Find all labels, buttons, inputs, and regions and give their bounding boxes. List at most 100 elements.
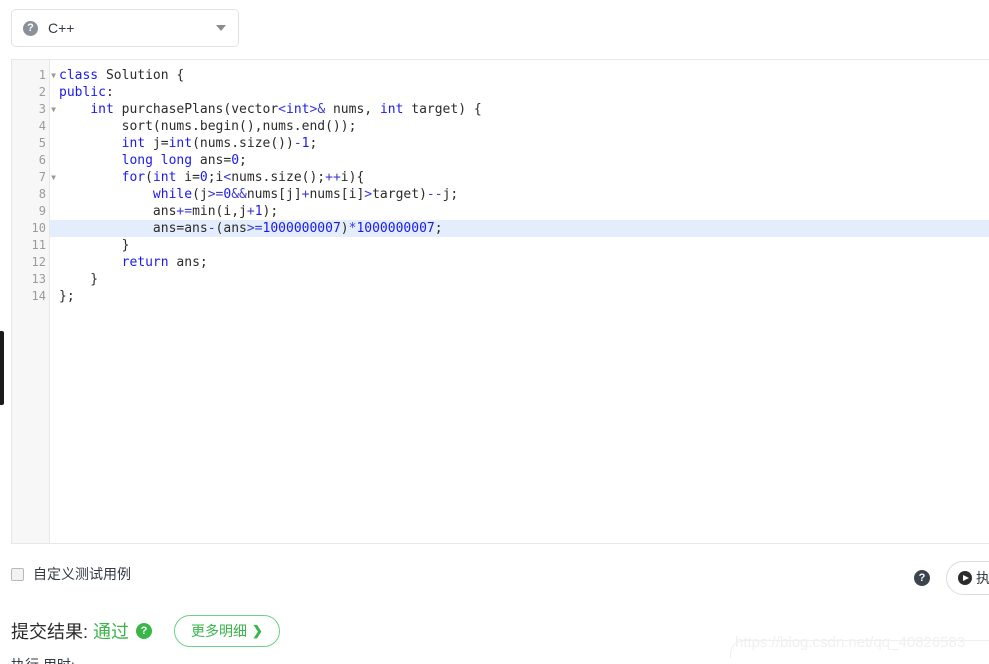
code-token: while (152, 187, 193, 202)
editor-code-area[interactable]: class Solution {public: int purchasePlan… (50, 60, 989, 543)
code-line[interactable]: ans+=min(i,j+1); (50, 203, 989, 220)
code-token: (nums.size()) (192, 136, 294, 151)
code-token: & (317, 102, 326, 117)
code-token: long (160, 153, 193, 168)
editor-gutter: 1 ▼ 2 3 ▼ 4 5 6 7 ▼ 8 9 10 11 12 13 14 (12, 60, 56, 543)
code-token: >= (246, 221, 263, 236)
code-token: nums.size(); (231, 170, 326, 185)
code-token: target) (372, 187, 427, 202)
code-token: ( (145, 170, 153, 185)
code-line[interactable]: public: (50, 84, 989, 101)
play-circle-icon (958, 571, 972, 585)
submission-result-label: 提交结果: (11, 622, 89, 642)
more-details-button[interactable]: 更多明细 ❯ (174, 615, 280, 647)
code-line[interactable]: return ans; (50, 254, 989, 271)
code-token: sort(nums.begin(),nums.end()); (59, 119, 357, 134)
code-token: ) (340, 221, 349, 236)
code-token: && (231, 187, 247, 202)
code-line[interactable]: }; (50, 288, 989, 305)
code-line[interactable]: for(int i=0;i<nums.size();++i){ (50, 169, 989, 186)
code-token: int (379, 102, 404, 117)
code-token: } (59, 238, 130, 253)
code-token: ; (309, 136, 318, 151)
code-token: 0 (231, 153, 240, 168)
run-code-button[interactable]: 执行 (946, 561, 989, 595)
collapse-panel-handle[interactable] (0, 331, 4, 405)
code-token: target) { (403, 102, 482, 117)
code-token: 1000000007 (262, 221, 341, 236)
gutter-line-number: 2 (38, 85, 46, 99)
code-token: }; (59, 289, 75, 304)
code-token: for (121, 170, 146, 185)
gutter-line-number: 10 (31, 221, 46, 235)
watermark: https://blog.csdn.net/qq_40826583 (735, 634, 966, 651)
chevron-down-icon[interactable] (216, 25, 226, 31)
language-select-value: C++ (48, 20, 75, 36)
fold-toggle-icon[interactable]: ▼ (49, 67, 58, 84)
code-token: ;i (207, 170, 224, 185)
code-token: ); (262, 204, 279, 219)
code-token: 1 (254, 204, 263, 219)
status-badge: 通过 (93, 622, 130, 642)
question-circle-icon[interactable]: ? (23, 20, 38, 36)
more-details-label: 更多明细 (191, 623, 248, 639)
code-token: public (59, 85, 106, 100)
language-select[interactable]: ? C++ (11, 9, 239, 47)
fold-toggle-icon[interactable]: ▼ (49, 169, 58, 186)
code-token: i= (176, 170, 200, 185)
gutter-line-number: 14 (31, 289, 46, 303)
code-token: ; (434, 221, 443, 236)
code-token: -- (426, 187, 443, 202)
code-token: } (59, 272, 99, 287)
code-token: int (90, 102, 114, 117)
execution-time-row: 执行 用时: (11, 655, 75, 664)
code-token: i){ (340, 170, 365, 185)
code-token: + (246, 204, 255, 219)
code-line[interactable]: while(j>=0&&nums[j]+nums[i]>target)--j; (50, 186, 989, 203)
code-line[interactable]: long long ans=0; (50, 152, 989, 169)
code-line[interactable]: } (50, 237, 989, 254)
code-token: ans (59, 204, 177, 219)
question-circle-icon[interactable]: ? (914, 570, 930, 586)
code-line[interactable]: int purchasePlans(vector<int>& nums, int… (50, 101, 989, 118)
code-token: ++ (325, 170, 341, 185)
custom-testcase-checkbox[interactable] (11, 567, 24, 581)
fold-toggle-icon[interactable]: ▼ (49, 101, 58, 118)
question-circle-icon[interactable]: ? (136, 623, 153, 639)
code-token: int (152, 170, 177, 185)
code-line[interactable]: int j=int(nums.size())-1; (50, 135, 989, 152)
code-line[interactable]: } (50, 271, 989, 288)
code-token: nums, (325, 102, 380, 117)
gutter-line-number: 5 (38, 136, 46, 150)
code-line[interactable]: ans=ans-(ans>=1000000007)*1000000007; (50, 220, 989, 237)
code-token: - (293, 136, 302, 151)
code-line[interactable]: class Solution { (50, 67, 989, 84)
gutter-line-number: 13 (31, 272, 46, 286)
code-token: (ans (215, 221, 247, 236)
submission-result-row: 提交结果: 通过 ? 更多明细 ❯ (11, 615, 280, 647)
code-token: return (121, 255, 169, 270)
code-token: >= (207, 187, 224, 202)
custom-testcase-row: 自定义测试用例 (11, 564, 131, 584)
code-token: min(i,j (192, 204, 247, 219)
gutter-line-number: 7 ▼ (12, 169, 56, 186)
code-token: < (278, 102, 286, 117)
code-token: nums[j] (246, 187, 302, 202)
code-token: ; (239, 153, 247, 168)
code-token: (j (192, 187, 208, 202)
code-token: - (207, 221, 216, 236)
code-editor[interactable]: 1 ▼ 2 3 ▼ 4 5 6 7 ▼ 8 9 10 11 12 13 14 class Solution {p… (11, 59, 989, 544)
code-token: int (121, 136, 146, 151)
code-token: ans= (192, 153, 232, 168)
code-token: Solution (105, 68, 169, 83)
code-token: { (168, 68, 185, 83)
code-line[interactable]: sort(nums.begin(),nums.end()); (50, 118, 989, 135)
code-token: j; (442, 187, 459, 202)
gutter-line-number: 3 ▼ (12, 101, 56, 118)
run-code-label: 执行 (976, 570, 989, 586)
